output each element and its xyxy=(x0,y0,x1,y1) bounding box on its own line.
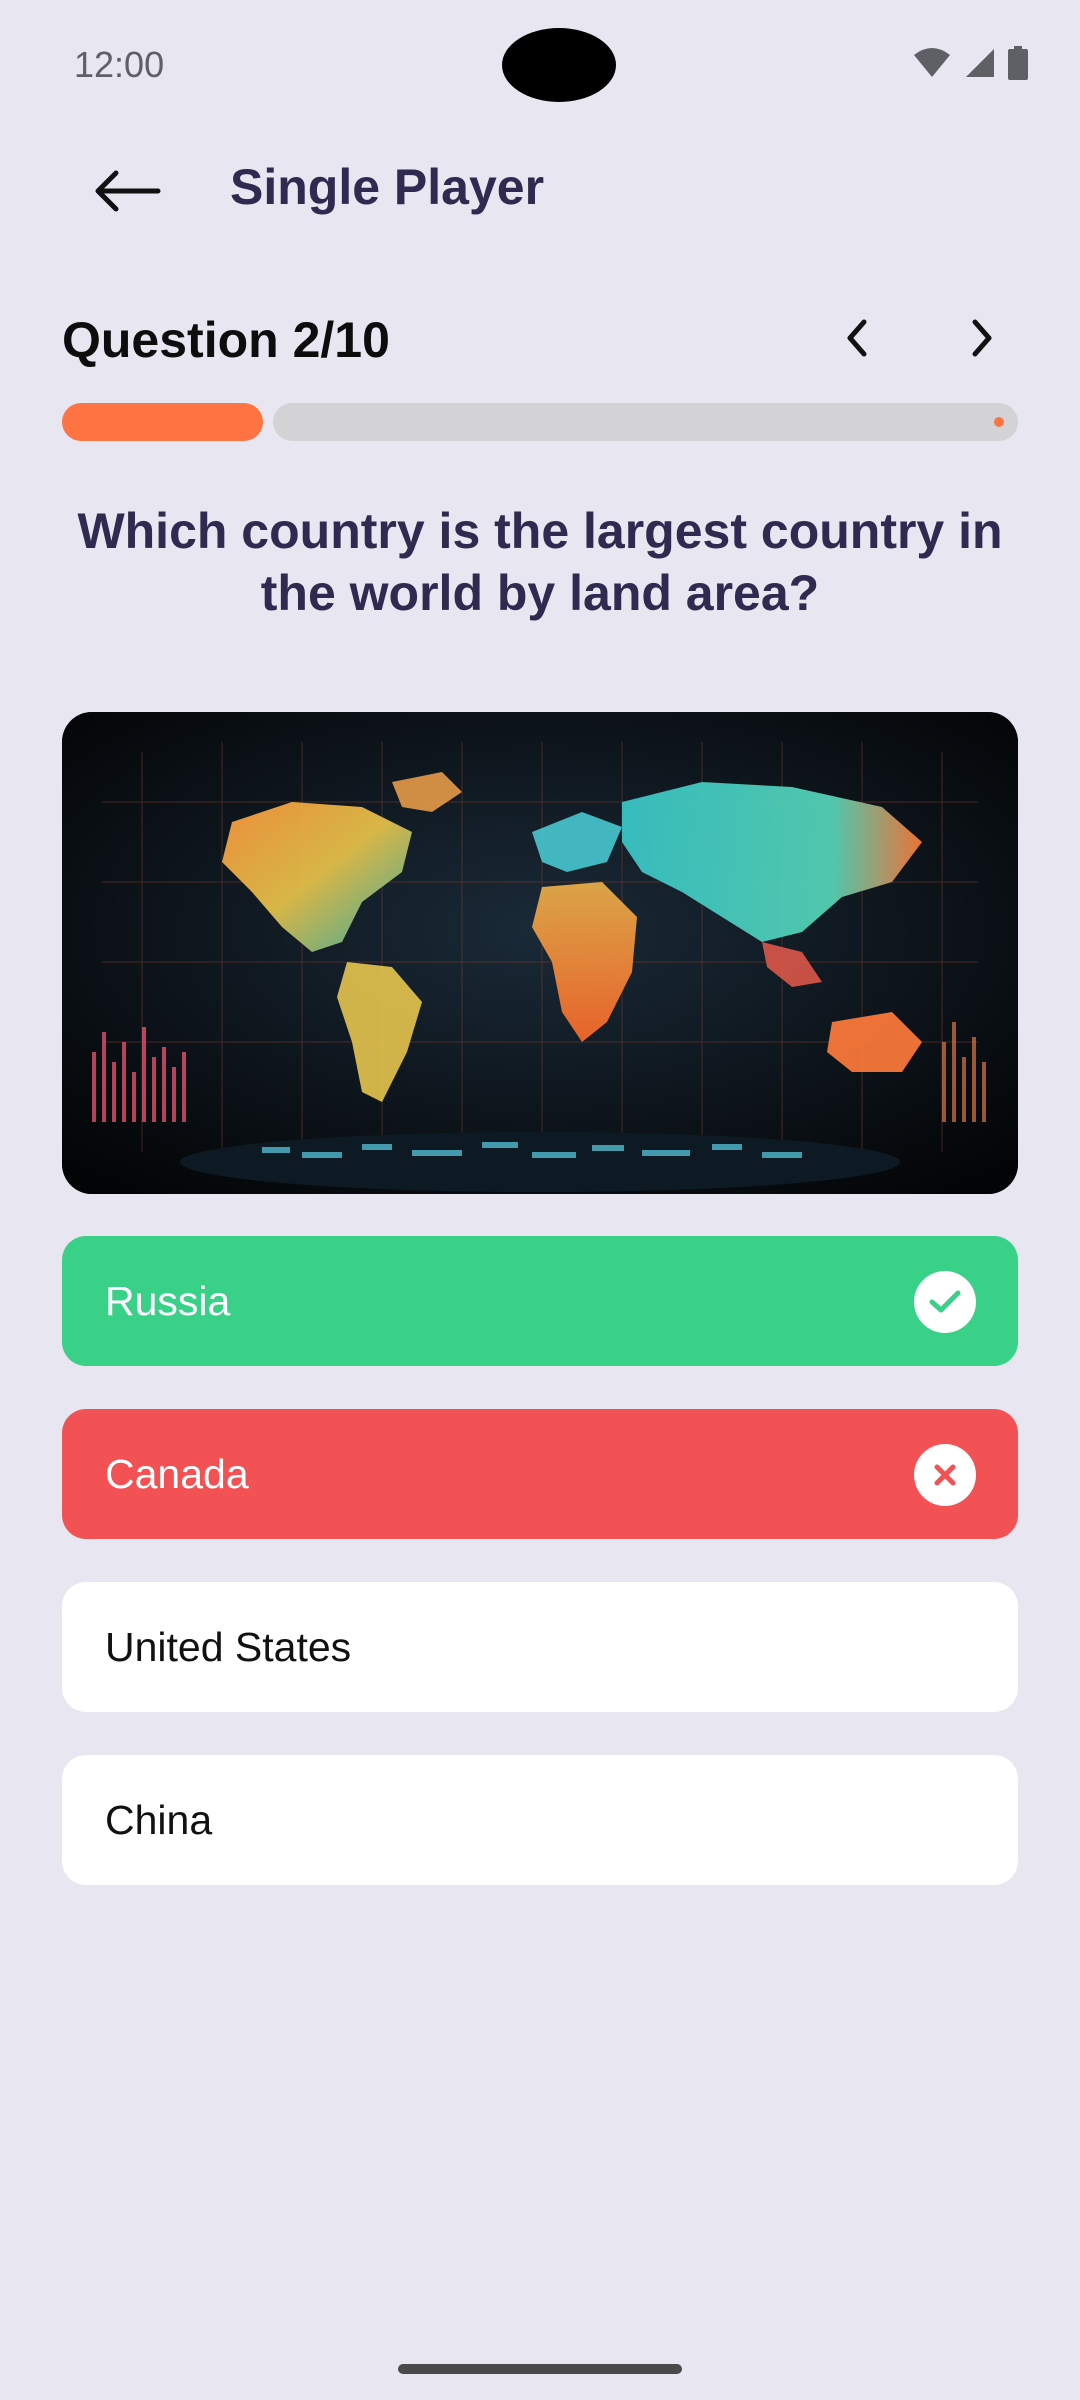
arrow-left-icon xyxy=(92,169,162,218)
chevron-left-icon xyxy=(842,316,872,365)
answer-label: China xyxy=(105,1796,213,1843)
answer-option-china[interactable]: China xyxy=(62,1755,1018,1885)
next-question-button[interactable] xyxy=(947,305,1017,375)
previous-question-button[interactable] xyxy=(822,305,892,375)
progress-end-dot xyxy=(994,417,1004,427)
question-header: Question 2/10 xyxy=(62,305,1018,377)
signal-icon xyxy=(964,47,996,79)
status-icons xyxy=(912,46,1028,80)
answer-option-canada[interactable]: Canada xyxy=(62,1409,1018,1539)
answer-label: Russia xyxy=(105,1277,231,1324)
answer-label: United States xyxy=(105,1623,352,1670)
progress-fill xyxy=(62,403,263,441)
front-camera xyxy=(502,28,616,102)
question-text: Which country is the largest country in … xyxy=(77,503,1003,621)
status-bar: 12:00 xyxy=(0,0,1080,130)
answer-option-russia[interactable]: Russia xyxy=(62,1236,1018,1366)
home-indicator[interactable] xyxy=(398,2364,682,2374)
question-counter: Question 2/10 xyxy=(62,312,390,368)
answer-option-united-states[interactable]: United States xyxy=(62,1582,1018,1712)
back-button[interactable] xyxy=(82,148,172,238)
screen: 12:00 Single Player Question 2/10 Which … xyxy=(0,0,1080,2400)
world-map-illustration xyxy=(62,712,1018,1194)
check-icon xyxy=(914,1271,976,1333)
page-title: Single Player xyxy=(230,159,545,215)
progress-remaining xyxy=(273,403,1018,441)
status-time: 12:00 xyxy=(74,44,165,85)
close-icon xyxy=(914,1444,976,1506)
battery-icon xyxy=(1008,46,1028,80)
answer-label: Canada xyxy=(105,1450,249,1497)
chevron-right-icon xyxy=(967,316,997,365)
wifi-icon xyxy=(912,47,952,79)
app-bar: Single Player xyxy=(0,130,1080,250)
quiz-progress-bar xyxy=(62,403,1018,441)
question-image xyxy=(62,712,1018,1194)
